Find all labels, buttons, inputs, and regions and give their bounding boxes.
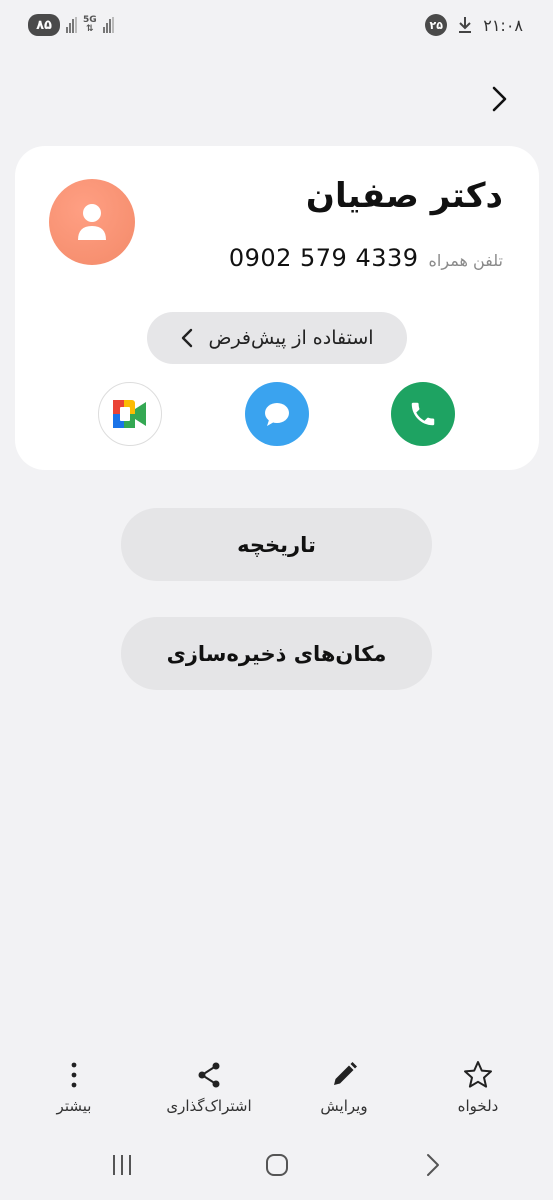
more-label: بیشتر — [56, 1097, 92, 1115]
more-button[interactable]: بیشتر — [19, 1055, 129, 1115]
status-left-group: ۸۵ 5G ⇅ — [28, 14, 114, 36]
google-meet-icon — [113, 400, 146, 428]
share-icon — [198, 1062, 220, 1088]
person-icon — [78, 204, 106, 240]
avatar[interactable] — [49, 179, 135, 265]
message-icon — [265, 403, 289, 426]
star-icon — [464, 1061, 492, 1088]
pencil-icon — [334, 1062, 357, 1085]
status-time: ۲۱:۰۸ — [483, 15, 523, 35]
edit-button[interactable]: ویرایش — [289, 1055, 399, 1115]
home-icon[interactable] — [264, 1152, 290, 1178]
share-label: اشتراک‌گذاری — [166, 1097, 252, 1115]
status-right-group: ۲۵ ۲۱:۰۸ — [425, 14, 523, 36]
contact-card: دکتر صفیان تلفن همراه 0902 579 4339 استف… — [15, 146, 539, 470]
bottom-toolbar: دلخواه ویرایش اشتراک‌گذاری بیشتر — [0, 1055, 553, 1125]
network-type-indicator: 5G ⇅ — [83, 16, 97, 34]
share-button[interactable]: اشتراک‌گذاری — [154, 1055, 264, 1115]
more-vertical-icon — [71, 1062, 77, 1088]
system-nav-bar — [0, 1140, 553, 1190]
data-arrows-icon: ⇅ — [86, 24, 94, 34]
history-button[interactable]: تاریخچه — [121, 508, 432, 581]
chevron-left-icon — [182, 328, 193, 348]
phone-icon — [411, 402, 435, 426]
favorite-label: دلخواه — [457, 1097, 499, 1115]
back-chevron-icon[interactable] — [485, 84, 513, 114]
phone-row[interactable]: تلفن همراه 0902 579 4339 — [229, 244, 503, 272]
storage-locations-button[interactable]: مکان‌های ذخیره‌سازی — [121, 617, 432, 690]
phone-number[interactable]: 0902 579 4339 — [229, 244, 419, 272]
recent-apps-icon[interactable] — [109, 1152, 135, 1178]
notification-count-badge: ۲۵ — [425, 14, 448, 36]
status-bar: ۸۵ 5G ⇅ ۲۵ ۲۱:۰۸ — [0, 0, 553, 52]
phone-label: تلفن همراه — [428, 251, 503, 270]
contact-name: دکتر صفیان — [305, 176, 503, 216]
use-default-button[interactable]: استفاده از پیش‌فرض — [147, 312, 407, 364]
edit-label: ویرایش — [320, 1097, 368, 1115]
download-icon — [459, 17, 472, 33]
message-button[interactable] — [245, 382, 309, 446]
video-call-button[interactable] — [98, 382, 162, 446]
use-default-label: استفاده از پیش‌فرض — [208, 327, 374, 349]
battery-indicator: ۸۵ — [28, 14, 60, 36]
nav-back-icon[interactable] — [420, 1152, 446, 1178]
favorite-button[interactable]: دلخواه — [423, 1055, 533, 1115]
signal-icon — [66, 17, 77, 33]
signal-icon-2 — [102, 17, 114, 33]
call-button[interactable] — [391, 382, 455, 446]
